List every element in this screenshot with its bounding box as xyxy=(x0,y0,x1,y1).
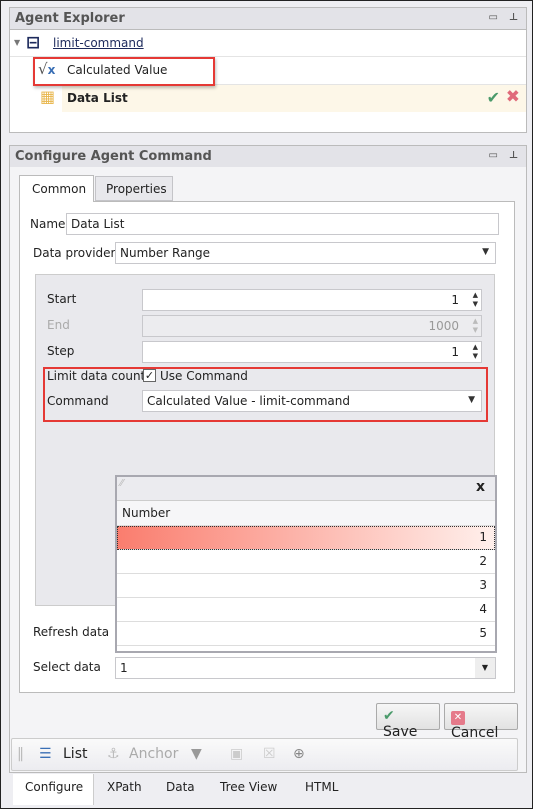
configure-header: Configure Agent Command ▭ ⊥ xyxy=(9,145,527,168)
save-button[interactable]: ✔ Save xyxy=(376,703,440,740)
maximize-icon[interactable]: ▭ xyxy=(489,150,498,161)
step-input[interactable]: 1 ▲ ▼ xyxy=(142,341,482,363)
end-label: End xyxy=(47,318,70,332)
tree-item-data-list[interactable]: ▦ Data List ✔ ✖ xyxy=(40,85,526,112)
confirm-icon[interactable]: ✔ xyxy=(487,88,500,107)
agent-explorer-header: Agent Explorer ▭ ⊥ xyxy=(9,7,527,30)
toolbar-grip[interactable]: ‖ xyxy=(17,746,24,762)
tree-label: Data List xyxy=(67,91,128,105)
select-area-icon[interactable]: ▣ xyxy=(230,746,243,762)
panel-title: Configure Agent Command xyxy=(15,149,212,164)
spinner-icon[interactable]: ▲ ▼ xyxy=(473,343,478,361)
bottom-tab-configure[interactable]: Configure xyxy=(25,780,83,794)
spinner-icon: ▲ ▼ xyxy=(472,317,478,334)
list-button[interactable]: List xyxy=(63,746,87,762)
maximize-icon[interactable]: ▭ xyxy=(489,12,498,23)
list-row[interactable]: 4 xyxy=(117,598,495,622)
close-icon[interactable]: x xyxy=(476,479,485,495)
pin-icon[interactable]: ⊥ xyxy=(509,12,518,23)
resize-grip-icon[interactable]: ⁄⁄ xyxy=(120,478,123,489)
bottom-tab-tree-view[interactable]: Tree View xyxy=(220,780,277,794)
pin-icon[interactable]: ⊥ xyxy=(509,150,518,161)
data-list-icon: ▦ xyxy=(40,87,56,106)
expand-arrow-icon[interactable]: ▼ xyxy=(14,38,20,47)
tree-label: limit-command xyxy=(53,36,144,50)
select-data-popup: ⁄⁄ x Number 1 2 3 4 5 xyxy=(115,475,497,653)
column-header-number[interactable]: Number xyxy=(117,501,495,526)
agent-icon: ⊟ xyxy=(26,33,41,53)
select-value: 1 xyxy=(120,661,128,675)
step-label: Step xyxy=(47,344,75,358)
target-icon[interactable]: ⊕ xyxy=(293,746,305,762)
name-input[interactable]: Data List xyxy=(66,213,499,235)
data-provider-label: Data provider xyxy=(33,246,116,260)
cancel-icon: ✕ xyxy=(451,711,465,725)
name-label: Name xyxy=(30,217,66,231)
bottom-tab-html[interactable]: HTML xyxy=(305,780,338,794)
filter-icon[interactable]: ▼ xyxy=(191,746,202,762)
chevron-down-icon[interactable]: ▼ xyxy=(475,658,495,678)
anchor-button[interactable]: Anchor xyxy=(129,746,178,762)
select-value: Number Range xyxy=(120,246,211,260)
bottom-tab-data[interactable]: Data xyxy=(166,780,195,794)
panel-title: Agent Explorer xyxy=(15,11,125,26)
list-row[interactable]: 2 xyxy=(117,550,495,574)
start-label: Start xyxy=(47,292,77,306)
delete-icon[interactable]: ✖ xyxy=(506,87,520,107)
anchor-icon: ⚓ xyxy=(107,746,120,762)
select-data-select[interactable]: 1 ▼ xyxy=(115,657,496,679)
highlight-box xyxy=(43,367,488,422)
chevron-down-icon[interactable]: ▼ xyxy=(482,247,489,257)
spinner-icon[interactable]: ▲ ▼ xyxy=(473,291,478,309)
end-value: 1000 xyxy=(428,319,459,333)
list-row[interactable]: 5 xyxy=(117,622,495,646)
start-input[interactable]: 1 ▲ ▼ xyxy=(142,289,482,311)
cancel-button[interactable]: ✕ Cancel xyxy=(444,703,518,741)
tree-item-limit-command[interactable]: ▼ ⊟ limit-command xyxy=(10,30,526,57)
start-value: 1 xyxy=(451,293,459,307)
list-row-selected[interactable]: 1 xyxy=(117,526,495,550)
tab-properties[interactable]: Properties xyxy=(95,176,173,201)
step-value: 1 xyxy=(451,345,459,359)
select-data-label: Select data xyxy=(33,660,101,674)
list-icon: ☰ xyxy=(39,746,52,762)
list-row[interactable]: 3 xyxy=(117,574,495,598)
end-input: 1000 ▲ ▼ xyxy=(142,315,482,337)
tab-common[interactable]: Common xyxy=(19,175,94,202)
data-provider-select[interactable]: Number Range ▼ xyxy=(115,242,496,264)
popup-header: ⁄⁄ x xyxy=(117,477,495,501)
highlight-box xyxy=(33,57,215,86)
bottom-tab-xpath[interactable]: XPath xyxy=(107,780,142,794)
clear-selection-icon[interactable]: ☒ xyxy=(263,746,276,762)
refresh-data-label: Refresh data xyxy=(33,625,110,639)
check-icon: ✔ xyxy=(383,708,395,724)
